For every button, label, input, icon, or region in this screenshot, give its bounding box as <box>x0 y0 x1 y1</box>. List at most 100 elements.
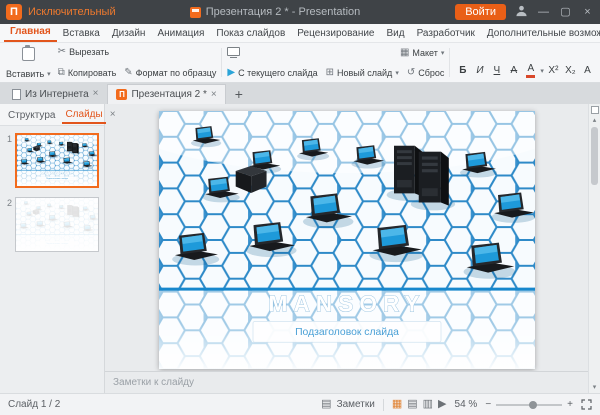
superscript-button[interactable]: X² <box>546 63 561 78</box>
zoom-slider-knob[interactable] <box>529 401 537 409</box>
ribbon: Вставить▾ ✂Вырезать ⧉Копировать ✎Формат … <box>0 43 600 83</box>
doc-tab-label: Из Интернета <box>25 89 89 100</box>
underline-button[interactable]: Ч <box>489 63 504 78</box>
notes-toggle[interactable]: ▤ Заметки <box>321 399 375 410</box>
play-icon: ▶ <box>227 68 235 78</box>
clipboard-group: ✂Вырезать ⧉Копировать ✎Формат по образцу <box>58 45 217 80</box>
slides-group: ▦Макет▾ ▶С текущего слайда ⊞Новый слайд▾… <box>227 45 444 80</box>
paste-button[interactable]: Вставить▾ <box>4 45 53 80</box>
presentation-doc-icon <box>190 7 201 18</box>
tab-slideshow[interactable]: Показ слайдов <box>210 26 291 42</box>
chevron-down-icon: ▾ <box>47 70 51 78</box>
fit-slide-icon[interactable] <box>581 399 592 410</box>
list-item: 2 <box>3 197 101 252</box>
document-tab-bar: Из Интернета × П Презентация 2 * × + <box>0 83 600 104</box>
reset-icon: ↺ <box>407 68 415 78</box>
document-title: Презентация 2 * - Presentation <box>206 6 361 18</box>
scroll-up-icon[interactable]: ▴ <box>593 117 597 124</box>
chevron-down-icon[interactable]: ▾ <box>540 67 544 75</box>
normal-view-icon[interactable]: ▦ <box>392 399 402 410</box>
strikethrough-button[interactable]: А <box>506 63 521 78</box>
tab-animation[interactable]: Анимация <box>151 26 210 42</box>
titlebar: П Исключительный Презентация 2 * - Prese… <box>0 0 600 24</box>
zoom-in-button[interactable]: + <box>567 399 573 410</box>
split-view-icon[interactable] <box>591 106 599 114</box>
from-current-slide-button[interactable]: ▶С текущего слайда <box>227 68 317 78</box>
ribbon-separator <box>449 48 450 77</box>
reset-button[interactable]: ↺Сброс <box>407 68 445 78</box>
bold-button[interactable]: Б <box>455 63 470 78</box>
slide-editor: Заметки к слайду <box>105 104 588 393</box>
zoom-out-button[interactable]: − <box>485 399 491 410</box>
brush-icon: ✎ <box>124 68 132 78</box>
close-button[interactable]: × <box>581 7 594 18</box>
tab-design[interactable]: Дизайн <box>106 26 152 42</box>
scroll-down-icon[interactable]: ▾ <box>593 384 597 391</box>
slideshow-monitor-icon[interactable] <box>227 47 240 56</box>
reading-view-icon[interactable]: ▥ <box>423 399 433 410</box>
character-spacing-button[interactable]: А <box>580 63 595 78</box>
tab-insert[interactable]: Вставка <box>57 26 106 42</box>
slide-panel: Структура Слайды × 1 2 <box>0 104 105 393</box>
new-tab-button[interactable]: + <box>227 86 251 104</box>
slide-indicator: Слайд 1 / 2 <box>8 399 60 410</box>
slide-sorter-icon[interactable]: ▤ <box>407 399 417 410</box>
presentation-file-icon: П <box>116 89 127 100</box>
ribbon-tab-bar: Главная Вставка Дизайн Анимация Показ сл… <box>0 24 600 43</box>
tab-view[interactable]: Вид <box>381 26 411 42</box>
notes-placeholder: Заметки к слайду <box>113 377 194 388</box>
subscript-button[interactable]: X₂ <box>563 63 578 78</box>
app-name-label[interactable]: Исключительный <box>28 6 116 18</box>
minimize-button[interactable]: — <box>537 7 550 18</box>
new-slide-button[interactable]: ⊞Новый слайд▾ <box>326 68 399 78</box>
tab-developer[interactable]: Разработчик <box>411 26 481 42</box>
wps-logo-icon[interactable]: П <box>6 4 22 20</box>
user-account-icon[interactable] <box>515 4 528 20</box>
tab-outline[interactable]: Структура <box>5 107 58 123</box>
font-group: Б И Ч А А ▾ X² X₂ А <box>455 45 595 80</box>
doc-tab-presentation[interactable]: П Презентация 2 * × <box>107 84 225 104</box>
statusbar-separator <box>383 399 384 411</box>
list-item: 1 <box>3 133 101 188</box>
slideshow-view-icon[interactable]: ▶ <box>438 399 446 410</box>
close-tab-icon[interactable]: × <box>93 89 99 99</box>
clipboard-icon <box>22 47 35 61</box>
paste-label: Вставить <box>6 69 44 79</box>
slide-thumbnail-1[interactable] <box>15 133 99 188</box>
close-tab-icon[interactable]: × <box>211 90 217 100</box>
tab-home[interactable]: Главная <box>4 24 57 42</box>
italic-button[interactable]: И <box>472 63 487 78</box>
login-button[interactable]: Войти <box>455 4 506 20</box>
notes-input[interactable]: Заметки к слайду <box>105 371 588 393</box>
copy-icon: ⧉ <box>58 68 65 78</box>
titlebar-center: Презентация 2 * - Presentation <box>120 0 430 24</box>
scrollbar-thumb[interactable] <box>591 127 598 185</box>
scissors-icon: ✂ <box>58 47 66 57</box>
slide-canvas[interactable] <box>159 111 535 369</box>
zoom-value[interactable]: 54 % <box>455 399 478 410</box>
tab-extras[interactable]: Дополнительные возможности <box>481 26 600 42</box>
copy-button[interactable]: ⧉Копировать <box>58 68 117 78</box>
tab-slides[interactable]: Слайды <box>62 106 105 124</box>
new-slide-icon: ⊞ <box>326 68 334 78</box>
slide-panel-tabs: Структура Слайды × <box>0 104 104 126</box>
doc-tab-internet[interactable]: Из Интернета × <box>4 84 106 104</box>
titlebar-controls: Войти — ▢ × <box>455 4 594 20</box>
zoom-slider[interactable] <box>496 404 562 406</box>
maximize-button[interactable]: ▢ <box>559 7 572 18</box>
slide-thumbnail-2[interactable] <box>15 197 99 252</box>
notes-icon: ▤ <box>321 399 331 410</box>
slide-canvas-area <box>105 104 588 371</box>
chevron-down-icon: ▾ <box>441 49 445 57</box>
format-painter-button[interactable]: ✎Формат по образцу <box>124 68 216 78</box>
font-color-button[interactable]: А <box>523 63 538 78</box>
vertical-scrollbar[interactable]: ▴ ▾ <box>588 104 600 393</box>
cut-button[interactable]: ✂Вырезать <box>58 47 109 57</box>
chevron-down-icon: ▾ <box>395 69 399 77</box>
ribbon-separator <box>221 48 222 77</box>
layout-button[interactable]: ▦Макет▾ <box>400 48 444 58</box>
slide-thumbnails: 1 2 <box>0 126 104 259</box>
zoom-control: − + <box>485 399 573 410</box>
tab-review[interactable]: Рецензирование <box>291 26 380 42</box>
webpage-icon <box>12 89 21 100</box>
